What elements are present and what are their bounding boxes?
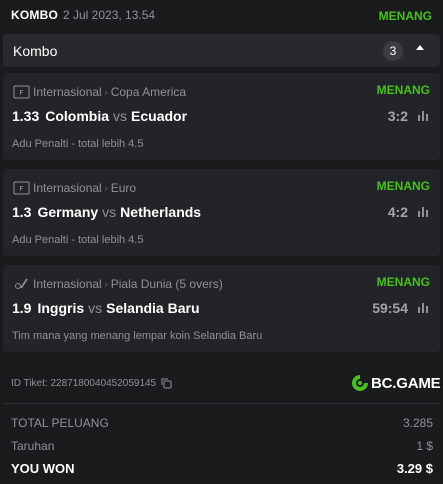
bar-chart-icon[interactable] [417,302,429,313]
bet-odd: 1.33 [12,108,40,124]
fifa-icon: F [13,85,30,99]
kombo-count-badge: 3 [383,41,403,61]
bet-status: MENANG [376,83,430,97]
home-team: Germany [37,204,99,220]
bet-status: MENANG [376,275,430,289]
vs-label: vs [102,204,117,220]
league-name: Internasional [33,181,102,195]
tournament-name: Euro [110,181,137,195]
league-name: Internasional [33,85,102,99]
stake-label: Taruhan [11,439,55,453]
payout-label: YOU WON [11,461,75,476]
cricket-icon [15,278,28,289]
ticket-id: ID Tiket: 2287180040452059145 [11,378,172,389]
breadcrumb-separator-icon: › [104,279,108,289]
away-team: Netherlands [120,204,202,220]
copy-icon[interactable] [161,378,172,389]
tournament-name: Piala Dunia (5 overs) [110,277,223,291]
away-team: Ecuador [131,108,188,124]
bet-card: F Internasional › Copa America MENANG 1.… [3,73,440,160]
brand-name: BC.GAME [371,374,441,392]
kombo-toggle[interactable]: Kombo 3 [3,34,440,67]
bet-selection: 1.33 Colombia vs Ecuador [12,108,187,124]
bet-type: KOMBO [11,8,58,22]
stake-row: Taruhan 1 $ [11,439,433,453]
bet-event-header: F Internasional › Copa America [13,84,186,100]
payout-row: YOU WON 3.29 $ [11,461,433,476]
brand-logo: BC.GAME [351,374,441,392]
bet-event-header: F Internasional › Euro [13,180,136,196]
league-name: Internasional [33,277,102,291]
payout-value: 3.29 $ [396,461,433,476]
bar-chart-icon[interactable] [417,110,429,121]
fifa-icon: F [13,181,30,195]
bet-odd: 1.9 [12,300,32,316]
bet-selection: 1.9 Inggris vs Selandia Baru [12,300,200,316]
bet-card: F Internasional › Euro MENANG 1.3 Germany… [3,169,440,256]
match-score: 4:2 [387,204,408,220]
ticket-id-label: ID Tiket: 2287180040452059145 [11,378,157,389]
bet-card: Internasional › Piala Dunia (5 overs) ME… [3,265,440,352]
total-odds-row: TOTAL PELUANG 3.285 [11,416,433,430]
away-team: Selandia Baru [106,300,200,316]
kombo-label: Kombo [13,43,58,59]
match-score: 59:54 [372,300,408,316]
bet-status: MENANG [376,179,430,193]
breadcrumb-separator-icon: › [104,87,108,97]
bet-market: Tim mana yang menang lempar koin Selandi… [12,330,263,342]
stake-value: 1 $ [416,439,433,453]
match-score: 3:2 [387,108,408,124]
tournament-name: Copa America [110,85,187,99]
bet-market: Adu Penalti - total lebih 4.5 [12,138,144,150]
total-odds-label: TOTAL PELUANG [11,416,109,430]
bet-market: Adu Penalti - total lebih 4.5 [12,234,144,246]
bar-chart-icon[interactable] [417,206,429,217]
bet-header: KOMBO 2 Jul 2023, 13.54 MENANG [0,0,443,32]
bet-date: 2 Jul 2023, 13.54 [63,8,156,22]
home-team: Inggris [37,300,85,316]
bc-game-logo-icon [352,375,368,391]
breadcrumb-separator-icon: › [104,183,108,193]
home-team: Colombia [45,108,110,124]
vs-label: vs [88,300,103,316]
vs-label: vs [113,108,128,124]
chevron-up-icon[interactable] [416,45,424,50]
total-odds-value: 3.285 [402,416,433,430]
bet-event-header: Internasional › Piala Dunia (5 overs) [13,276,223,292]
svg-text:F: F [20,187,24,193]
bet-selection: 1.3 Germany vs Netherlands [12,204,201,220]
bet-status: MENANG [378,9,432,23]
bet-odd: 1.3 [12,204,32,220]
svg-text:F: F [20,91,24,97]
divider [3,403,440,404]
